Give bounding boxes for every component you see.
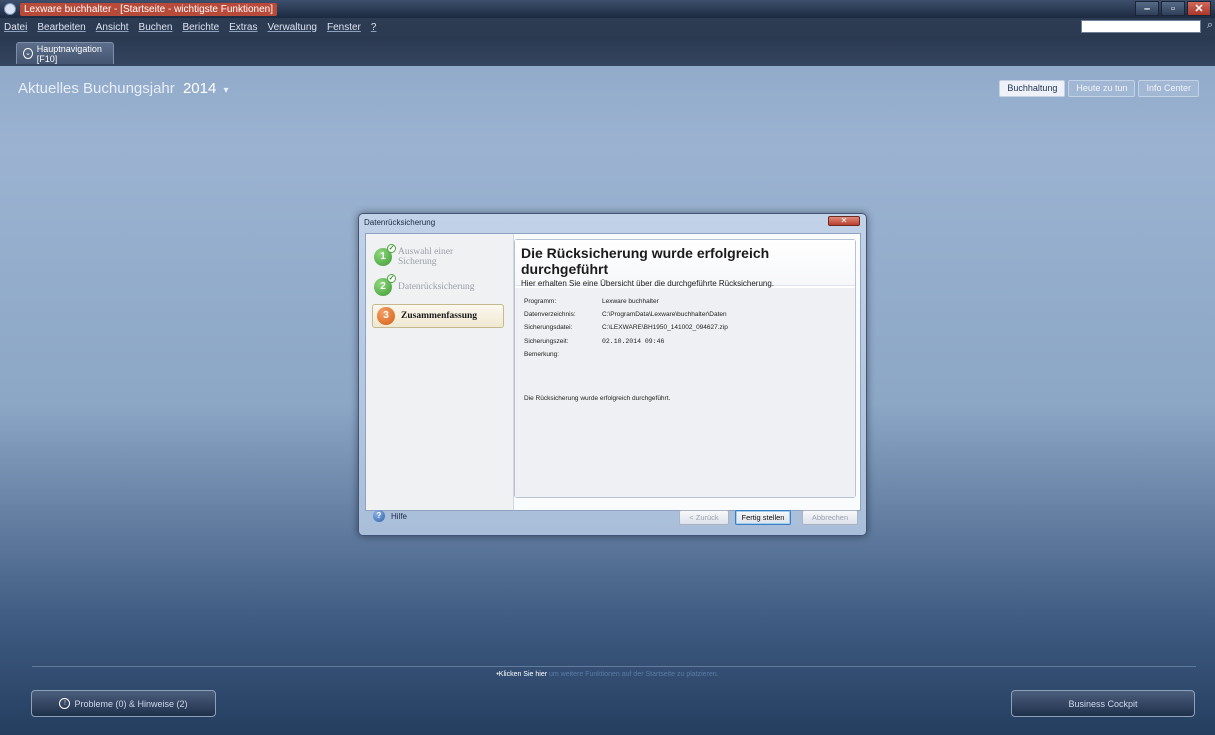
tab-info-center[interactable]: Info Center xyxy=(1138,80,1199,97)
step-3-number: 3 xyxy=(377,307,395,325)
search-input[interactable] xyxy=(1081,20,1201,33)
wizard-step-2: 2 ✓ Datenrücksicherung xyxy=(374,274,506,296)
detail-value: C:\ProgramData\Lexware\buchhalter\Daten xyxy=(602,311,727,318)
business-cockpit-label: Business Cockpit xyxy=(1068,698,1138,709)
menu-item-ansicht[interactable]: Ansicht xyxy=(96,22,129,33)
detail-value: C:\LEXWARE\BH1950_141002_094627.zip xyxy=(602,324,728,331)
window-controls: – ▫ ✕ xyxy=(1135,1,1211,16)
detail-label: Sicherungszeit: xyxy=(524,338,569,345)
search-icon[interactable]: ⌕ xyxy=(1207,19,1213,32)
footer-hint[interactable]: •Klicken Sie hier um weitere Funktionen … xyxy=(0,671,1215,678)
detail-label: Bemerkung: xyxy=(524,351,560,358)
help-link[interactable]: ? Hilfe xyxy=(373,510,407,522)
menu-item-extras[interactable]: Extras xyxy=(229,22,257,33)
footer-hint-link[interactable]: •Klicken Sie hier xyxy=(496,671,547,678)
step-3-label: Zusammenfassung xyxy=(401,311,478,321)
dialog-title: Datenrücksicherung xyxy=(364,218,436,227)
minimize-icon[interactable]: – xyxy=(1135,1,1159,16)
detail-label: Datenverzeichnis: xyxy=(524,311,576,318)
navigation-strip: ⌄ Hauptnavigation [F10] xyxy=(0,36,1215,66)
top-tabs: Buchhaltung Heute zu tun Info Center xyxy=(999,80,1199,97)
detail-label: Programm: xyxy=(524,298,557,305)
menu-item-buchen[interactable]: Buchen xyxy=(139,22,173,33)
step-2-label: Datenrücksicherung xyxy=(398,282,475,292)
fiscal-year-value: 2014 xyxy=(182,80,217,97)
summary-details: Programm: Lexware buchhalter Datenverzei… xyxy=(515,288,855,497)
detail-value: Lexware buchhalter xyxy=(602,298,659,305)
summary-header: Die Rücksicherung wurde erfolgreich durc… xyxy=(515,240,855,288)
check-icon: ✓ xyxy=(387,244,396,253)
check-icon: ✓ xyxy=(387,274,396,283)
business-cockpit-button[interactable]: Business Cockpit xyxy=(1011,690,1195,717)
step-2-number: 2 ✓ xyxy=(374,274,396,296)
main-navigation-tab[interactable]: ⌄ Hauptnavigation [F10] xyxy=(16,42,114,64)
tab-heute-zu-tun[interactable]: Heute zu tun xyxy=(1068,80,1136,97)
detail-row-sicherungsdatei: Sicherungsdatei: C:\LEXWARE\BH1950_14100… xyxy=(524,324,728,331)
footer-hint-text: um weitere Funktionen auf der Startseite… xyxy=(547,671,719,678)
close-icon[interactable]: ✕ xyxy=(1187,1,1211,16)
menu-bar: Datei Bearbeiten Ansicht Buchen Berichte… xyxy=(0,18,1215,36)
summary-message: Die Rücksicherung wurde erfolgreich durc… xyxy=(524,395,671,402)
dialog-body: 1 ✓ Auswahl einer Sicherung 2 ✓ Datenrücks… xyxy=(365,233,861,511)
problems-label: Probleme (0) & Hinweise (2) xyxy=(74,698,188,709)
problems-button[interactable]: ! Probleme (0) & Hinweise (2) xyxy=(31,690,216,717)
dialog-close-button[interactable]: ✕ xyxy=(828,216,860,226)
fiscal-year-selector[interactable]: Aktuelles Buchungsjahr 2014 ▾ xyxy=(18,80,229,97)
fiscal-year-label: Aktuelles Buchungsjahr xyxy=(18,80,175,97)
footer-divider xyxy=(32,666,1196,667)
step-1-number: 1 ✓ xyxy=(374,244,396,266)
fiscal-year-arrow-icon: ▾ xyxy=(223,85,229,96)
window-title: Lexware buchhalter - [Startseite - wicht… xyxy=(20,2,278,16)
back-button[interactable]: < Zurück xyxy=(679,510,729,525)
chevron-down-icon: ⌄ xyxy=(23,48,33,59)
warning-icon: ! xyxy=(59,698,71,709)
summary-heading: Die Rücksicherung wurde erfolgreich durc… xyxy=(521,245,770,277)
detail-row-sicherungszeit: Sicherungszeit: 02.10.2014 09:46 xyxy=(524,338,664,345)
wizard-step-1: 1 ✓ Auswahl einer Sicherung xyxy=(374,244,506,267)
cancel-button[interactable]: Abbrechen xyxy=(802,510,858,525)
step-1-label: Auswahl einer Sicherung xyxy=(398,247,454,267)
title-bar: Lexware buchhalter - [Startseite - wicht… xyxy=(0,0,1215,18)
menu-item-berichte[interactable]: Berichte xyxy=(182,22,219,33)
menu-item-datei[interactable]: Datei xyxy=(4,22,27,33)
help-label: Hilfe xyxy=(391,511,408,521)
restore-icon[interactable]: ▫ xyxy=(1161,1,1185,16)
detail-row-bemerkung: Bemerkung: xyxy=(524,351,559,358)
menu-item-help[interactable]: ? xyxy=(371,22,377,33)
detail-row-datenverzeichnis: Datenverzeichnis: C:\ProgramData\Lexware… xyxy=(524,311,727,318)
menu-item-fenster[interactable]: Fenster xyxy=(327,22,361,33)
menu-item-verwaltung[interactable]: Verwaltung xyxy=(267,22,316,33)
wizard-step-3: 3 Zusammenfassung xyxy=(372,304,504,328)
help-icon: ? xyxy=(373,510,385,522)
wizard-steps: 1 ✓ Auswahl einer Sicherung 2 ✓ Datenrücks… xyxy=(366,234,514,510)
finish-button[interactable]: Fertig stellen xyxy=(735,510,791,525)
detail-value: 02.10.2014 09:46 xyxy=(602,338,665,345)
detail-row-programm: Programm: Lexware buchhalter xyxy=(524,298,659,305)
menu-item-bearbeiten[interactable]: Bearbeiten xyxy=(37,22,85,33)
summary-subheading: Hier erhalten Sie eine Übersicht über di… xyxy=(521,279,775,288)
restore-dialog: Datenrücksicherung ✕ 1 ✓ Auswahl einer Si… xyxy=(358,213,867,536)
summary-panel: Die Rücksicherung wurde erfolgreich durc… xyxy=(514,239,856,498)
tab-buchhaltung[interactable]: Buchhaltung xyxy=(999,80,1066,97)
main-navigation-label: Hauptnavigation [F10] xyxy=(36,43,102,64)
app-logo-icon xyxy=(4,3,16,15)
detail-label: Sicherungsdatei: xyxy=(524,324,573,331)
